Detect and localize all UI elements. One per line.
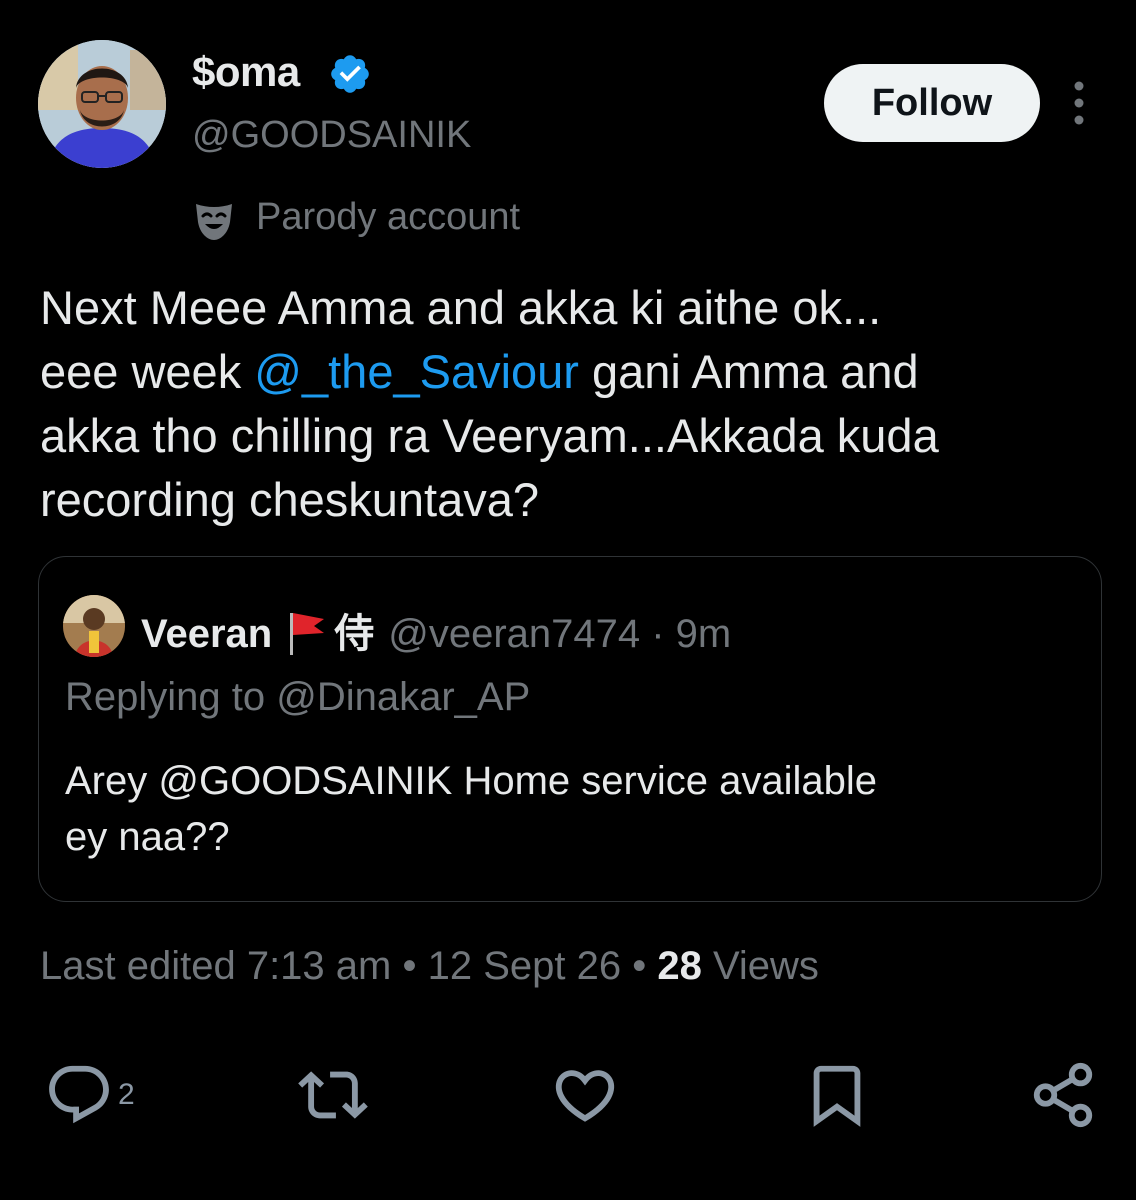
quoted-tweet-card[interactable]: Veeran 侍 @veeran7474 · 9m Replying to @Din… — [38, 556, 1102, 902]
avatar-image — [38, 40, 166, 168]
share-button[interactable] — [1028, 1060, 1098, 1130]
mention-link[interactable]: @_the_Saviour — [254, 345, 579, 398]
tweet-meta: Last edited 7:13 am • 12 Sept 26 • 28 Vi… — [40, 944, 819, 989]
quoted-time: · 9m — [651, 612, 732, 656]
reply-icon — [49, 1065, 109, 1124]
meta-separator: • — [621, 944, 658, 988]
quoted-tweet-text: Arey @GOODSAINIK Home service available … — [65, 753, 1075, 865]
like-icon — [555, 1070, 615, 1122]
views-label: Views — [701, 944, 819, 988]
tweet-body: Next Meee Amma and akka ki aithe ok... e… — [40, 276, 1110, 532]
quoted-author-avatar[interactable] — [63, 595, 125, 657]
share-icon — [1033, 1062, 1093, 1128]
quoted-name-glyph: 侍 — [334, 612, 375, 656]
reply-count: 2 — [118, 1078, 135, 1111]
tweet-text-segment: gani Amma and — [578, 345, 919, 398]
views-count: 28 — [657, 944, 702, 988]
bookmark-button[interactable] — [802, 1060, 872, 1130]
parody-mask-icon — [196, 204, 232, 240]
quoted-avatar-image — [63, 595, 125, 657]
quoted-line: ey naa?? — [65, 815, 230, 859]
parody-account-label: Parody account — [256, 196, 521, 238]
tweet-text-segment: eee week — [40, 345, 255, 398]
more-vertical-icon[interactable] — [1066, 78, 1092, 128]
quoted-line: Arey @GOODSAINIK Home service available — [65, 759, 877, 803]
tweet-line: akka tho chilling ra Veeryam...Akkada ku… — [40, 409, 939, 462]
follow-button[interactable]: Follow — [824, 64, 1040, 142]
author-display-name[interactable]: $oma — [192, 48, 300, 96]
replying-to-label: Replying to @Dinakar_AP — [65, 675, 531, 719]
quoted-display-name[interactable]: Veeran — [141, 612, 272, 656]
retweet-icon — [298, 1071, 368, 1119]
quoted-tweet-header: Veeran 侍 @veeran7474 · 9m — [141, 601, 731, 659]
edited-time[interactable]: Last edited 7:13 am — [40, 944, 391, 988]
quoted-handle[interactable]: @veeran7474 — [388, 612, 640, 656]
author-avatar[interactable] — [38, 40, 166, 168]
verified-badge-icon — [331, 55, 369, 93]
tweet-line: eee week @_the_Saviour gani Amma and — [40, 340, 1110, 404]
tweet-line: recording cheskuntava? — [40, 473, 540, 526]
tweet-line: Next Meee Amma and akka ki aithe ok... — [40, 281, 882, 334]
meta-separator: • — [391, 944, 428, 988]
red-flag-icon — [290, 613, 325, 655]
tweet-date: 12 Sept 26 — [427, 944, 622, 988]
author-handle[interactable]: @GOODSAINIK — [192, 114, 471, 157]
bookmark-icon — [813, 1065, 861, 1127]
like-button[interactable] — [550, 1060, 620, 1130]
reply-button[interactable]: 2 — [44, 1060, 135, 1130]
retweet-button[interactable] — [298, 1060, 368, 1130]
